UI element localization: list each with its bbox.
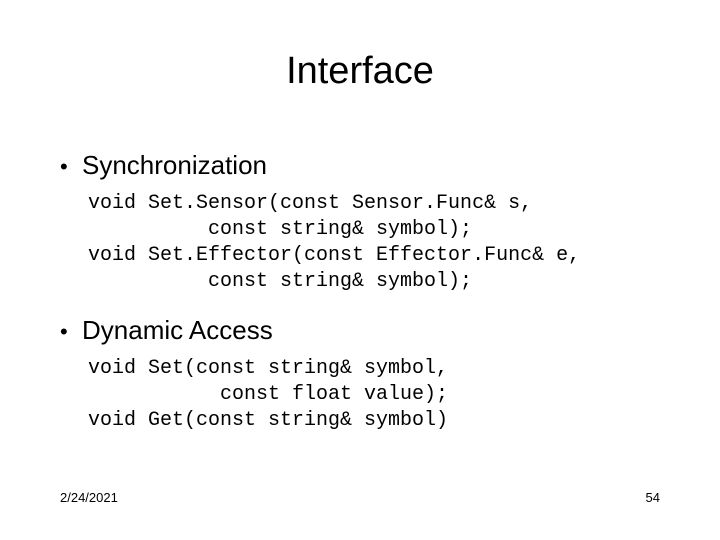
footer-date: 2/24/2021 [60, 490, 118, 505]
slide-title: Interface [0, 50, 720, 93]
bullet-synchronization: • Synchronization [60, 150, 660, 181]
footer-page-number: 54 [646, 490, 660, 505]
code-dynamic-access: void Set(const string& symbol, const flo… [88, 356, 660, 434]
slide-content: • Synchronization void Set.Sensor(const … [60, 150, 660, 454]
slide: Interface • Synchronization void Set.Sen… [0, 0, 720, 540]
bullet-dot-icon: • [60, 154, 82, 180]
bullet-dynamic-access: • Dynamic Access [60, 315, 660, 346]
bullet-heading: Dynamic Access [82, 315, 273, 346]
code-synchronization: void Set.Sensor(const Sensor.Func& s, co… [88, 191, 660, 295]
bullet-dot-icon: • [60, 319, 82, 345]
bullet-heading: Synchronization [82, 150, 267, 181]
